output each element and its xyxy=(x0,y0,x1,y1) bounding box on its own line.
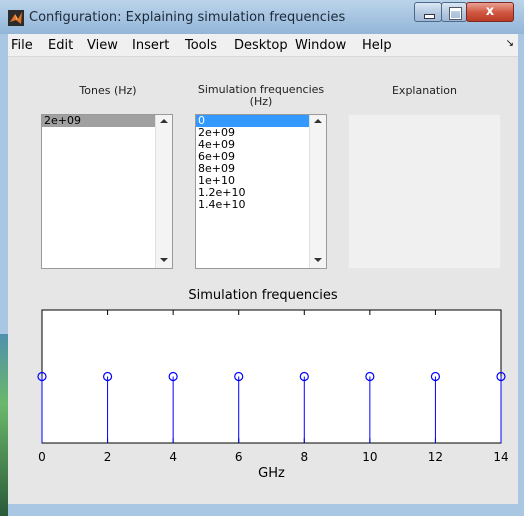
x-axis-label: GHz xyxy=(258,466,285,481)
x-tick-label: 8 xyxy=(300,450,308,464)
x-tick-label: 6 xyxy=(235,450,243,464)
figure-window: Configuration: Explaining simulation fre… xyxy=(0,0,524,516)
x-tick-label: 14 xyxy=(493,450,508,464)
x-tick-label: 0 xyxy=(38,450,46,464)
x-tick-label: 2 xyxy=(104,450,112,464)
x-tick-label: 4 xyxy=(169,450,177,464)
stem-plot: 0 2 4 6 8 10 12 14 GHz xyxy=(37,309,509,481)
x-tick-label: 12 xyxy=(428,450,443,464)
x-tick-label: 10 xyxy=(362,450,377,464)
plot-axes-box xyxy=(41,309,502,444)
